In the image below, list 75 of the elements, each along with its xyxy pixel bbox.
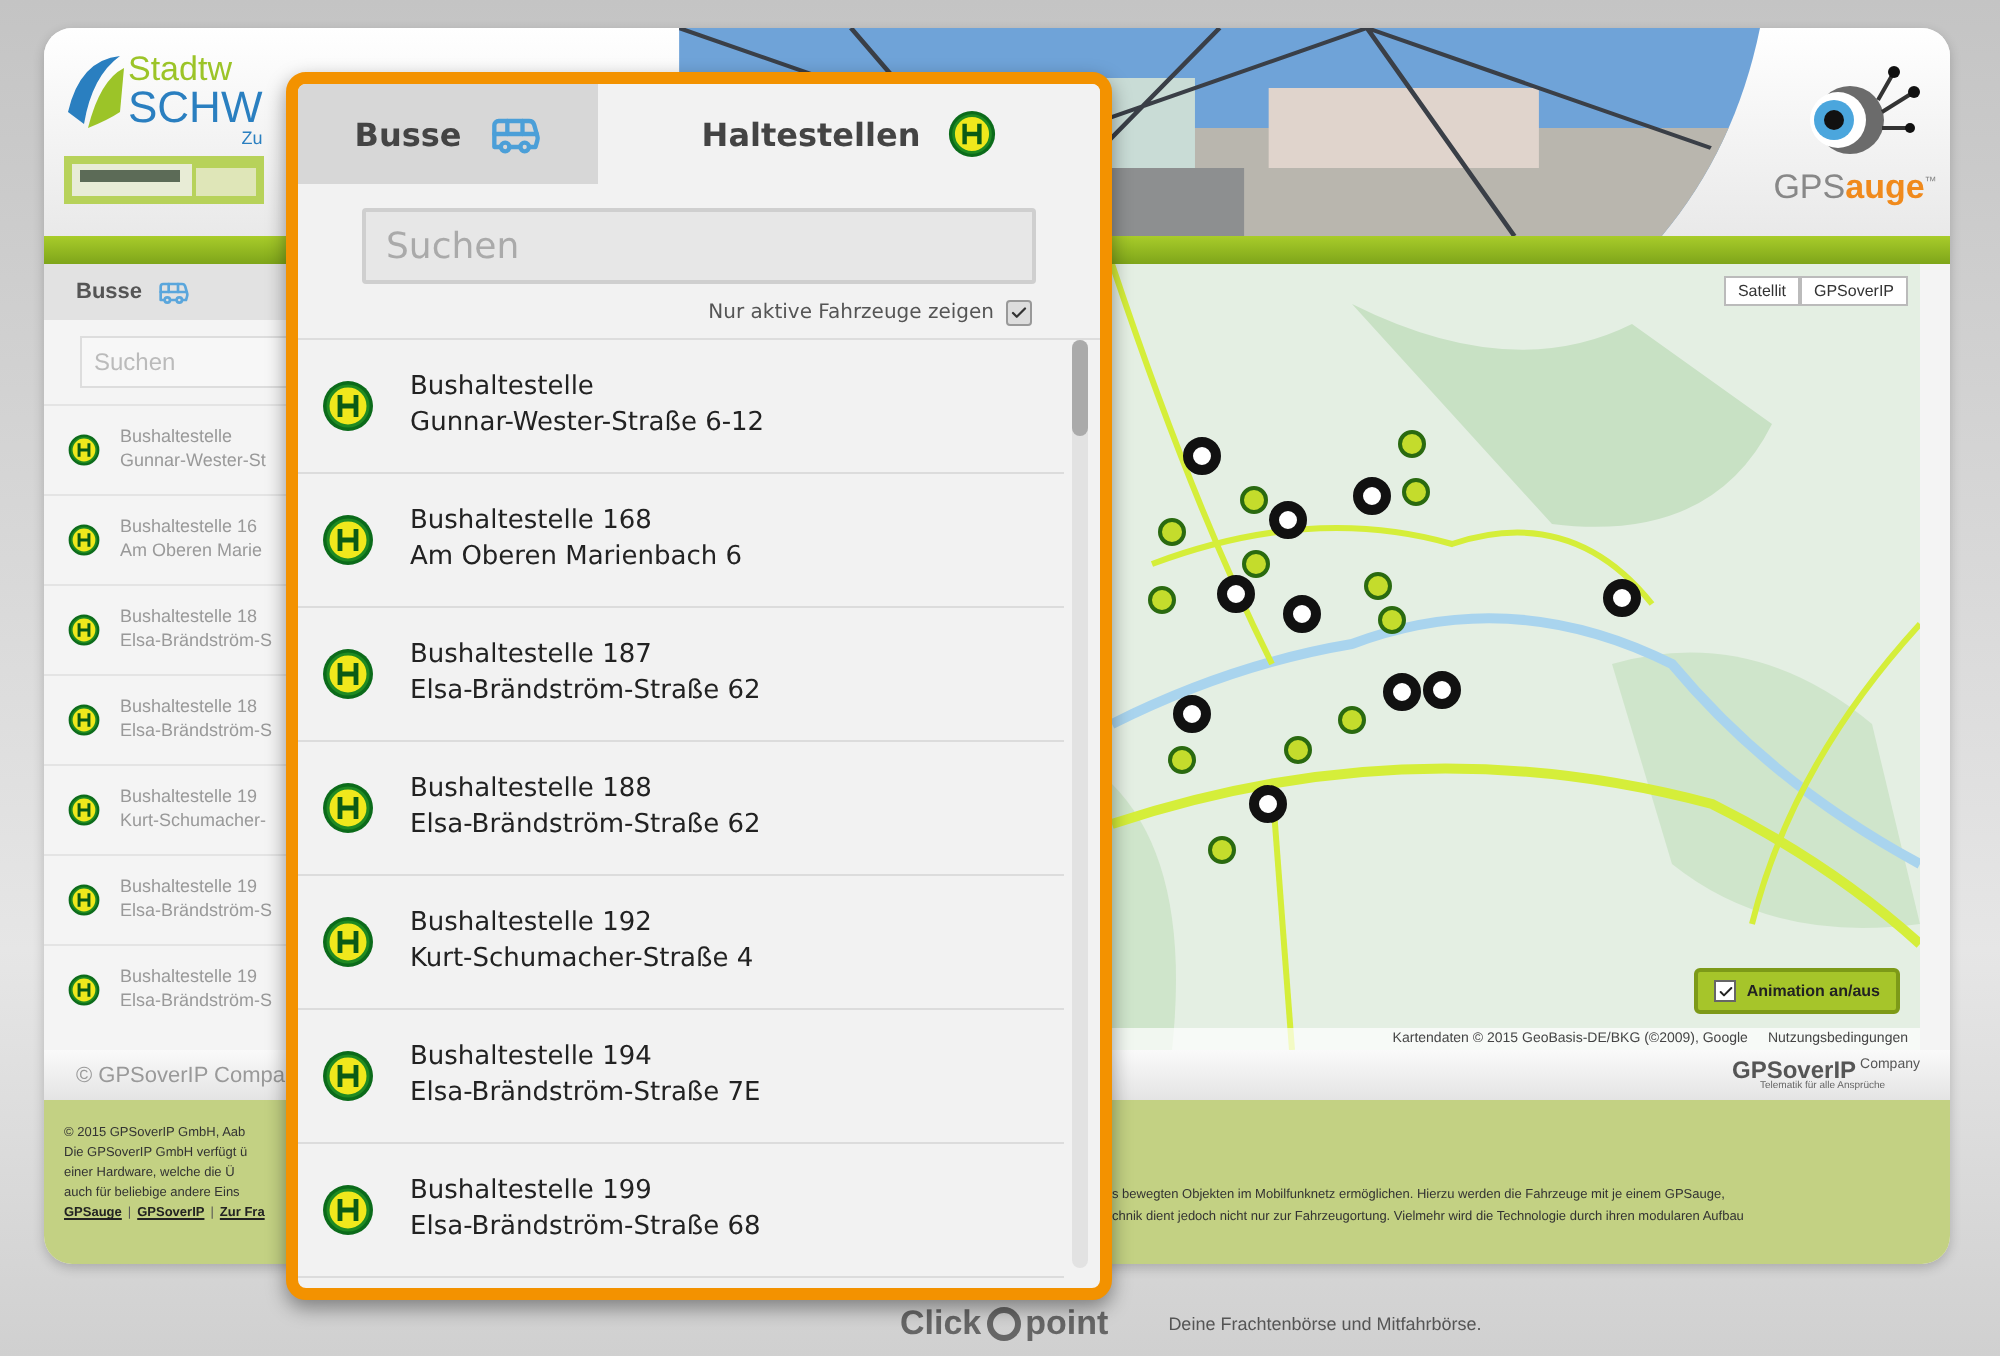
- stop-name: Bushaltestelle 168: [410, 504, 654, 540]
- company-logo-text: GPSoverIP: [1732, 1058, 1857, 1082]
- stop-address: Elsa-Brändström-Straße 7E: [410, 1076, 761, 1112]
- stop-name: Bushaltestelle 19: [120, 966, 260, 990]
- map-type-button[interactable]: GPSoverIP: [1799, 276, 1908, 306]
- logo-text: Stadtw: [128, 52, 234, 86]
- check-icon: [1010, 304, 1028, 322]
- bus-stop-icon: [322, 648, 374, 700]
- stop-address: Elsa-Brändström-S: [120, 720, 273, 744]
- stop-address: Am Oberen Marienbach 6: [410, 540, 742, 576]
- stop-name: Bushaltestelle 16: [120, 516, 260, 540]
- search-field[interactable]: Suchen: [362, 208, 1036, 284]
- stop-address: Elsa-Brändström-Straße 62: [410, 674, 761, 710]
- stop-name: Bushaltestelle 199: [410, 1174, 654, 1210]
- buses-tab[interactable]: Busse: [44, 264, 286, 320]
- stop-list-item[interactable]: Bushaltestelle Gunnar-Wester-Straße 6-12: [298, 340, 1064, 474]
- bus-stop-icon: [322, 782, 374, 834]
- ring-logo-icon: [985, 1306, 1022, 1342]
- checkbox[interactable]: [1006, 300, 1032, 326]
- stop-list-item[interactable]: Bushaltestelle 187 Elsa-Brändström-Straße 62: [298, 608, 1064, 742]
- bus-stop-icon: [948, 110, 997, 158]
- stop-name: Bushaltestelle 194: [410, 1040, 654, 1076]
- stop-name: Bushaltestelle 192: [410, 906, 654, 942]
- logo-text: SCHW: [128, 86, 263, 130]
- stop-address: Elsa-Brändström-S: [120, 990, 273, 1014]
- bus-stop-icon: [68, 884, 100, 916]
- stop-list-item[interactable]: Bushaltestelle 192 Kurt-Schumacher-Straße 4: [298, 876, 1064, 1010]
- logo-text: point: [1025, 1304, 1109, 1344]
- stop-name: Bushaltestelle 18: [120, 606, 260, 630]
- stop-name: Bushaltestelle 19: [120, 876, 260, 900]
- stop-address: Gunnar-Wester-Straße 6-12: [410, 406, 765, 442]
- stop-list-item[interactable]: Bushaltestelle 188 Elsa-Brändström-Straße 62: [298, 742, 1064, 876]
- swoosh-logo-icon: [64, 52, 124, 132]
- stop-name: Bushaltestelle: [410, 370, 596, 406]
- bus-stop-icon: [322, 916, 374, 968]
- filter-label: Nur aktive Fahrzeuge zeigen: [708, 302, 994, 324]
- bus-stop-icon: [68, 614, 100, 646]
- stop-name: Bushaltestelle 187: [410, 638, 654, 674]
- check-icon: [1717, 983, 1734, 999]
- bus-stop-icon: [68, 974, 100, 1006]
- bus-stop-icon: [68, 434, 100, 466]
- stop-name: Bushaltestelle 19: [120, 786, 260, 810]
- stop-list-item[interactable]: Bushaltestelle 194 Elsa-Brändström-Straße 7E: [298, 1010, 1064, 1144]
- brand-logo-text: GPSauge$^{™}$: [1773, 168, 1937, 208]
- map-type-button[interactable]: Satellit: [1723, 276, 1800, 306]
- bus-stop-icon: [322, 1184, 374, 1236]
- stop-address: Gunnar-Wester-St: [120, 450, 266, 474]
- stop-address: Elsa-Brändström-S: [120, 630, 273, 654]
- stop-name: Bushaltestelle: [120, 426, 235, 450]
- bus-stop-icon: [68, 794, 100, 826]
- stop-name: Bushaltestelle 18: [120, 696, 260, 720]
- bus-stop-icon: [68, 524, 100, 556]
- stop-address: Kurt-Schumacher-: [120, 810, 267, 834]
- panel-tab[interactable]: Haltestellen: [598, 84, 1100, 184]
- stop-address: Elsa-Brändström-S: [120, 900, 273, 924]
- copyright-text: © GPSoverIP Compa: [76, 1063, 285, 1087]
- logo-text: Zu: [241, 130, 263, 148]
- tagline-text: Deine Frachtenbörse und Mitfahrbörse.: [1168, 1314, 1482, 1334]
- panel-tab[interactable]: Busse: [298, 84, 598, 184]
- stop-name: Bushaltestelle 188: [410, 772, 654, 808]
- stop-address: Am Oberen Marie: [120, 540, 263, 564]
- stop-list-item[interactable]: Bushaltestelle 168 Am Oberen Marienbach 6: [298, 474, 1064, 608]
- animation-toggle-button[interactable]: Animation an/aus: [1694, 968, 1900, 1014]
- stop-address: Kurt-Schumacher-Straße 4: [410, 942, 754, 978]
- bus-stop-icon: [68, 704, 100, 736]
- bus-stop-icon: [322, 380, 374, 432]
- scrollbar-thumb[interactable]: [1072, 340, 1088, 436]
- stop-list-item[interactable]: Bushaltestelle 199 Elsa-Brändström-Straße 68: [298, 1144, 1064, 1278]
- bus-stop-icon: [322, 1050, 374, 1102]
- logo-text: Click: [900, 1304, 982, 1344]
- bus-stop-icon: [322, 514, 374, 566]
- stop-address: Elsa-Brändström-Straße 68: [410, 1210, 761, 1246]
- stop-address: Elsa-Brändström-Straße 62: [410, 808, 761, 844]
- scrollbar[interactable]: [1072, 340, 1088, 1268]
- checkbox[interactable]: [1714, 980, 1737, 1002]
